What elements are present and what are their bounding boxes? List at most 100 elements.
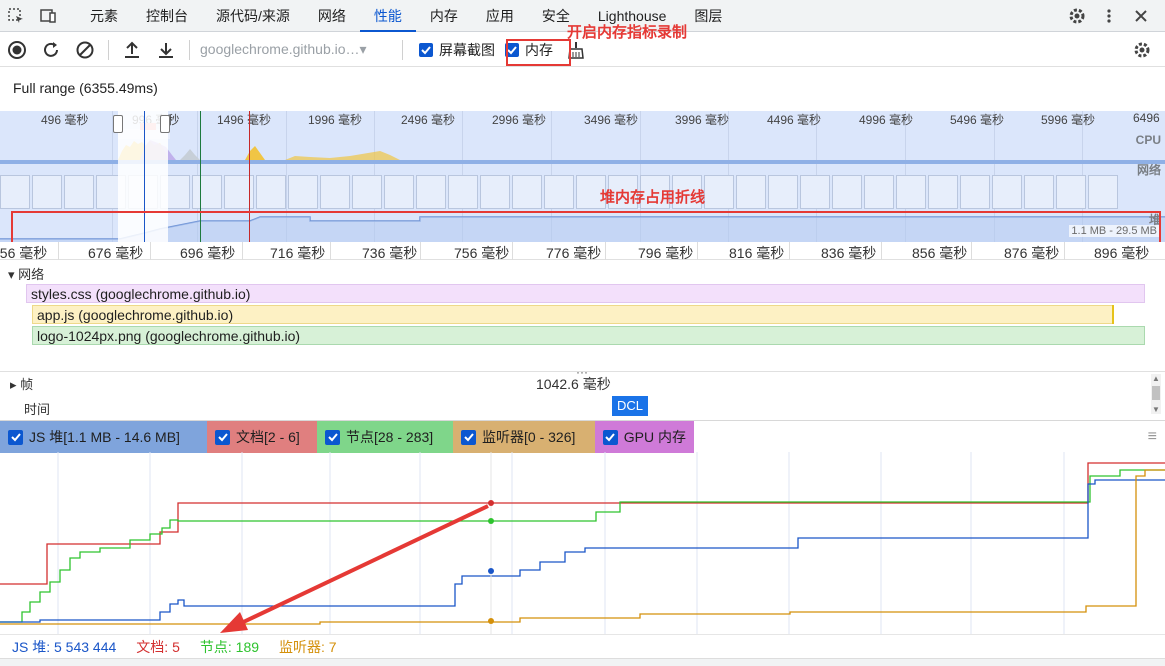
screenshot-thumb <box>416 175 446 209</box>
checkbox-checked-icon <box>419 42 433 57</box>
chart-gridlines <box>57 452 1065 634</box>
tab-network[interactable]: 网络 <box>304 0 360 32</box>
counter-nodes[interactable]: 节点[28 - 283] <box>317 421 453 453</box>
ruler-gridline <box>605 242 606 260</box>
screenshot-thumb <box>1024 175 1054 209</box>
tab-sources[interactable]: 源代码/来源 <box>202 0 304 32</box>
screenshot-thumb <box>192 175 222 209</box>
ruler-gridline <box>330 242 331 260</box>
tab-elements[interactable]: 元素 <box>76 0 132 32</box>
toolbar-divider <box>108 39 109 60</box>
counter-label: JS 堆[1.1 MB - 14.6 MB] <box>29 429 180 445</box>
screenshot-thumb <box>928 175 958 209</box>
reload-record-button[interactable] <box>34 33 68 67</box>
reload-icon <box>44 41 58 57</box>
ruler-tick: 896 毫秒 <box>1094 245 1150 261</box>
network-request-row[interactable]: logo-1024px.png (googlechrome.github.io) <box>32 326 1145 345</box>
time-ruler: 656 毫秒 676 毫秒 696 毫秒 716 毫秒 736 毫秒 756 毫… <box>0 242 1165 261</box>
save-profile-button[interactable] <box>149 33 183 67</box>
screenshots-label: 屏幕截图 <box>439 41 495 58</box>
screenshot-thumb <box>288 175 318 209</box>
memory-record-annotation: 开启内存指标录制 <box>567 24 688 41</box>
scroll-up-icon: ▲ <box>1152 374 1160 383</box>
counter-label: GPU 内存 <box>623 429 686 445</box>
settings-gear-icon <box>1134 42 1150 58</box>
ruler-tick: 836 毫秒 <box>821 245 877 261</box>
checkbox-checked-icon <box>603 429 618 445</box>
ruler-tick: 876 毫秒 <box>1004 245 1060 261</box>
counter-label: 监听器[0 - 326] <box>482 429 576 445</box>
track-scrollbar[interactable]: ▲ ▼ <box>1151 374 1161 414</box>
network-request-row[interactable]: app.js (googlechrome.github.io) <box>32 305 1113 324</box>
screenshot-thumb <box>1088 175 1118 209</box>
frames-track-title: 帧 <box>20 377 34 392</box>
screenshot-strip <box>0 175 1165 209</box>
ruler-gridline <box>971 242 972 260</box>
network-request-row[interactable]: styles.css (googlechrome.github.io) <box>26 284 1145 303</box>
selection-right-handle[interactable] <box>160 115 170 133</box>
screenshot-thumb <box>800 175 830 209</box>
more-options-icon[interactable] <box>1093 0 1125 32</box>
tab-application[interactable]: 应用 <box>472 0 528 32</box>
toolbar-divider <box>189 39 190 60</box>
settings-gear-icon[interactable] <box>1061 0 1093 32</box>
scrollbar-thumb[interactable] <box>1152 386 1160 400</box>
upload-icon <box>125 41 139 58</box>
inspect-element-icon[interactable] <box>0 0 32 32</box>
dcl-marker[interactable]: DCL <box>612 396 648 416</box>
screenshot-thumb <box>544 175 574 209</box>
ruler-tick: 656 毫秒 <box>0 245 48 261</box>
ruler-gridline <box>242 242 243 260</box>
counter-js-heap[interactable]: JS 堆[1.1 MB - 14.6 MB] <box>0 421 207 453</box>
record-button[interactable] <box>0 33 34 67</box>
network-request-label: styles.css (googlechrome.github.io) <box>31 286 251 302</box>
checkbox-checked-icon <box>8 429 23 445</box>
capture-settings-button[interactable] <box>1125 33 1159 67</box>
screenshot-thumb <box>320 175 350 209</box>
annotation-arrowhead <box>220 612 248 633</box>
network-track-header[interactable]: ▾ 网络 <box>8 264 44 283</box>
annotation-arrow-line <box>234 504 489 628</box>
screenshot-thumb <box>992 175 1022 209</box>
tab-console[interactable]: 控制台 <box>132 0 202 32</box>
tab-performance[interactable]: 性能 <box>359 0 416 32</box>
screenshot-thumb <box>704 175 734 209</box>
counter-documents[interactable]: 文档[2 - 6] <box>207 421 317 453</box>
profile-select-value: googlechrome.github.io <box>200 41 346 57</box>
memory-annotation-box <box>506 39 571 66</box>
ruler-tick: 816 毫秒 <box>729 245 785 261</box>
counter-listeners[interactable]: 监听器[0 - 326] <box>453 421 595 453</box>
ruler-gridline <box>58 242 59 260</box>
tab-memory[interactable]: 内存 <box>416 0 472 32</box>
screenshot-thumb <box>352 175 382 209</box>
close-icon[interactable] <box>1125 0 1157 32</box>
frames-track-header[interactable]: ▸ 帧 <box>10 374 33 393</box>
screenshot-thumb <box>896 175 926 209</box>
tab-layers[interactable]: 图层 <box>680 0 736 32</box>
ruler-tick: 776 毫秒 <box>546 245 602 261</box>
counter-gpu-memory[interactable]: GPU 内存 <box>595 421 694 453</box>
documents-value: 文档: 5 <box>136 638 180 655</box>
profile-select[interactable]: googlechrome.github.io…▾ <box>196 41 396 58</box>
clear-button[interactable] <box>68 33 102 67</box>
screenshots-checkbox[interactable]: 屏幕截图 <box>419 40 495 60</box>
ruler-gridline <box>789 242 790 260</box>
checkbox-checked-icon <box>215 429 230 445</box>
memory-counters-legend: JS 堆[1.1 MB - 14.6 MB] 文档[2 - 6] 节点[28 -… <box>0 420 1165 453</box>
selection-left-handle[interactable] <box>113 115 123 133</box>
screenshot-thumb <box>64 175 94 209</box>
screenshot-thumb <box>512 175 542 209</box>
ruler-gridline <box>881 242 882 260</box>
drag-handle-icon[interactable]: ≡ <box>1148 421 1165 452</box>
ruler-gridline <box>697 242 698 260</box>
frame-duration: 1042.6 毫秒 <box>536 376 611 392</box>
devtools-window: 元素 控制台 源代码/来源 网络 性能 内存 应用 安全 Lighthouse … <box>0 0 1165 666</box>
documents-marker <box>488 500 494 506</box>
network-request-label: logo-1024px.png (googlechrome.github.io) <box>37 328 301 344</box>
device-toolbar-icon[interactable] <box>32 0 64 32</box>
nodes-marker <box>488 518 494 524</box>
load-profile-button[interactable] <box>115 33 149 67</box>
screenshot-thumb <box>768 175 798 209</box>
record-icon <box>8 40 26 59</box>
ruler-tick: 696 毫秒 <box>180 245 236 261</box>
